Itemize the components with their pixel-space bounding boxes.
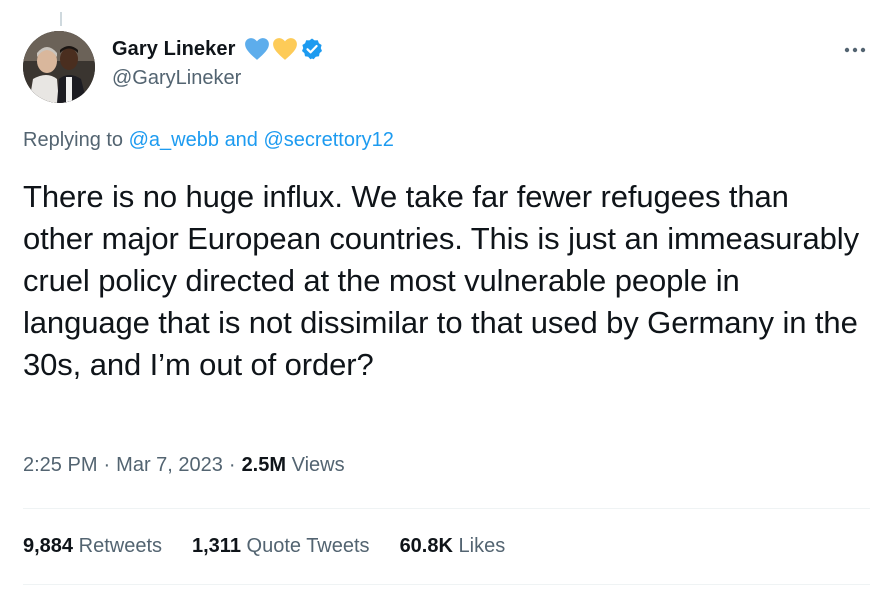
- retweets-label: Retweets: [78, 535, 162, 557]
- replying-prefix: Replying to: [23, 129, 124, 151]
- meta-separator: ·: [228, 454, 236, 476]
- divider-top: [23, 508, 870, 509]
- retweets-stat[interactable]: 9,884 Retweets: [23, 535, 162, 558]
- divider-bottom: [23, 584, 870, 585]
- tweet-time[interactable]: 2:25 PM: [23, 454, 97, 477]
- reply-mention-joiner[interactable]: and: [225, 129, 258, 151]
- reply-mention-secrettory12[interactable]: @secrettory12: [264, 129, 394, 151]
- author-display-name[interactable]: Gary Lineker: [112, 38, 236, 61]
- avatar-photo: [23, 31, 95, 103]
- blue-heart-icon: [244, 38, 269, 60]
- quote-tweets-count: 1,311: [192, 535, 241, 557]
- likes-stat[interactable]: 60.8K Likes: [400, 535, 506, 558]
- more-dots-icon: [844, 47, 866, 53]
- replying-to-line: Replying to @a_webb and @secrettory12: [23, 129, 394, 152]
- avatar[interactable]: [23, 31, 95, 103]
- retweets-count: 9,884: [23, 535, 74, 557]
- likes-label: Likes: [458, 535, 506, 557]
- author-handle[interactable]: @GaryLineker: [112, 67, 241, 90]
- author-name-row: Gary Lineker: [112, 34, 324, 64]
- likes-count: 60.8K: [399, 535, 453, 557]
- tweet-date[interactable]: Mar 7, 2023: [116, 454, 223, 477]
- reply-mention-a-webb[interactable]: @a_webb: [129, 129, 219, 151]
- verified-badge-icon[interactable]: [300, 37, 324, 61]
- author-badges: [244, 37, 324, 61]
- tweet-text: There is no huge influx. We take far few…: [23, 179, 859, 382]
- quote-tweets-stat[interactable]: 1,311 Quote Tweets: [192, 535, 370, 558]
- engagement-stats: 9,884 Retweets 1,311 Quote Tweets 60.8K …: [23, 535, 505, 558]
- thread-connector-line: [60, 12, 62, 26]
- yellow-heart-icon: [272, 38, 297, 60]
- quote-tweets-label: Quote Tweets: [246, 535, 370, 557]
- views-label: Views: [291, 454, 345, 476]
- meta-separator: ·: [103, 454, 111, 476]
- more-options-button[interactable]: [840, 37, 870, 63]
- tweet-meta: 2:25 PM · Mar 7, 2023 · 2.5M Views: [23, 454, 345, 477]
- views-count: 2.5M: [241, 454, 287, 476]
